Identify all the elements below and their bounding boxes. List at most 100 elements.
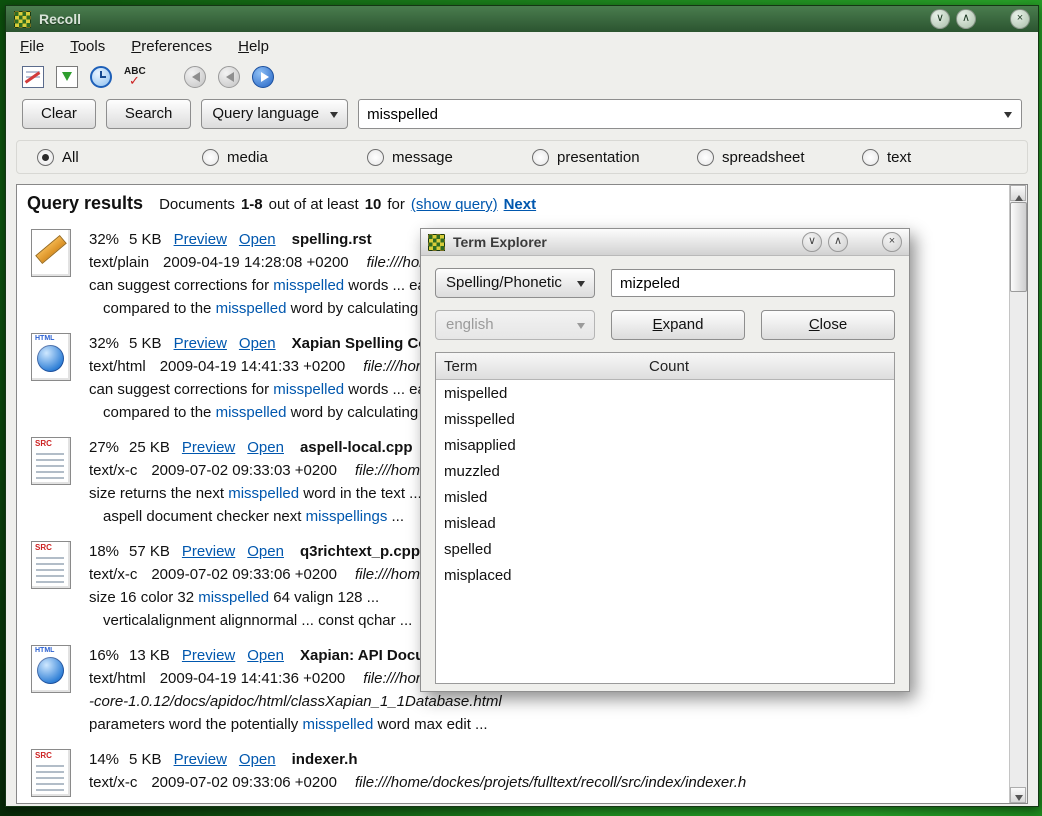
- term-row[interactable]: misapplied: [436, 432, 894, 458]
- show-query-link[interactable]: (show query): [411, 196, 498, 213]
- query-combobox[interactable]: [358, 99, 1022, 129]
- spellcheck-icon[interactable]: [124, 66, 146, 88]
- term-row[interactable]: misspelled: [436, 406, 894, 432]
- highlight-term: misspelled: [198, 589, 269, 606]
- abstract-text: can suggest corrections for: [89, 381, 273, 398]
- history-icon[interactable]: [90, 66, 112, 88]
- open-link[interactable]: Open: [247, 543, 284, 560]
- scroll-up-icon[interactable]: [1010, 185, 1026, 201]
- highlight-term: misspellings: [306, 508, 388, 525]
- open-link[interactable]: Open: [239, 335, 276, 352]
- scroll-thumb[interactable]: [1010, 202, 1027, 292]
- globe-shape: [37, 345, 64, 372]
- radio-icon: [532, 149, 549, 166]
- menu-help[interactable]: Help: [238, 38, 269, 55]
- doc-size: 5 KB: [129, 751, 162, 768]
- filter-label: spreadsheet: [722, 149, 805, 166]
- filter-message[interactable]: message: [367, 149, 532, 166]
- query-language-combobox[interactable]: Query language: [201, 99, 348, 129]
- dialog-close-button[interactable]: Close: [761, 310, 895, 340]
- window-titlebar[interactable]: Recoll ∨ ∧ ×: [6, 6, 1038, 32]
- scroll-down-icon[interactable]: [1010, 787, 1026, 803]
- filter-presentation[interactable]: presentation: [532, 149, 697, 166]
- term-row[interactable]: misled: [436, 484, 894, 510]
- open-link[interactable]: Open: [239, 231, 276, 248]
- doc-title: q3richtext_p.cpp: [300, 543, 420, 560]
- preview-link[interactable]: Preview: [182, 647, 235, 664]
- expand-button[interactable]: Expand: [611, 310, 745, 340]
- preview-link[interactable]: Preview: [174, 335, 227, 352]
- count-column-header[interactable]: Count: [641, 358, 894, 375]
- for-word: for: [387, 196, 405, 213]
- docs-mid: out of at least: [269, 196, 359, 213]
- term-input[interactable]: [612, 275, 894, 292]
- term-row[interactable]: mispelled: [436, 380, 894, 406]
- next-page-link[interactable]: Next: [504, 196, 537, 213]
- menu-tools[interactable]: Tools: [70, 38, 105, 55]
- query-input[interactable]: [359, 106, 1021, 123]
- preview-link[interactable]: Preview: [182, 543, 235, 560]
- doc-date: 2009-04-19 14:28:08 +0200: [163, 254, 349, 271]
- docs-range: 1-8: [241, 196, 263, 213]
- filter-all[interactable]: All: [37, 149, 202, 166]
- mode-combobox[interactable]: Spelling/Phonetic: [435, 268, 595, 298]
- clear-search-icon[interactable]: [22, 66, 44, 88]
- save-search-icon[interactable]: [56, 66, 78, 88]
- open-link[interactable]: Open: [247, 647, 284, 664]
- recoll-app-icon: [14, 11, 31, 28]
- recoll-app-icon: [428, 234, 445, 251]
- term-row[interactable]: mislead: [436, 510, 894, 536]
- term-input-wrap: [611, 269, 895, 297]
- page-back2-icon[interactable]: [218, 66, 240, 88]
- shade-window-icon[interactable]: ∨: [930, 9, 950, 29]
- search-button[interactable]: Search: [106, 99, 192, 129]
- filter-text[interactable]: text: [862, 149, 1027, 166]
- results-scrollbar[interactable]: [1009, 185, 1027, 803]
- term-cell: misspelled: [436, 411, 641, 428]
- html-label: HTML: [35, 335, 54, 342]
- preview-link[interactable]: Preview: [182, 439, 235, 456]
- dialog-maximize-icon[interactable]: ∧: [828, 232, 848, 252]
- doc-size: 25 KB: [129, 439, 170, 456]
- text-lines: [36, 453, 64, 479]
- filter-media[interactable]: media: [202, 149, 367, 166]
- html-document-icon: HTML: [27, 644, 75, 694]
- page-forward-icon[interactable]: [252, 66, 274, 88]
- open-link[interactable]: Open: [247, 439, 284, 456]
- abstract-text: 64 valign 128 ...: [269, 589, 379, 606]
- html-label: HTML: [35, 647, 54, 654]
- highlight-term: misspelled: [216, 404, 287, 421]
- menu-file[interactable]: File: [20, 38, 44, 55]
- term-row[interactable]: muzzled: [436, 458, 894, 484]
- doc-mime: text/x-c: [89, 462, 137, 479]
- dialog-shade-icon[interactable]: ∨: [802, 232, 822, 252]
- preview-link[interactable]: Preview: [174, 231, 227, 248]
- abstract-text: compared to the: [103, 404, 216, 421]
- term-row[interactable]: spelled: [436, 536, 894, 562]
- doc-date: 2009-04-19 14:41:36 +0200: [160, 670, 346, 687]
- source-file-icon: SRC: [27, 748, 75, 798]
- menu-preferences[interactable]: Preferences: [131, 38, 212, 55]
- abstract-text: parameters word the potentially: [89, 716, 302, 733]
- doc-url: file:///home/dockes/projets/fulltext/rec…: [355, 774, 746, 791]
- radio-icon: [37, 149, 54, 166]
- dialog-close-icon[interactable]: ×: [882, 232, 902, 252]
- preview-link[interactable]: Preview: [174, 751, 227, 768]
- maximize-window-icon[interactable]: ∧: [956, 9, 976, 29]
- term-column-header[interactable]: Term: [436, 358, 641, 375]
- menu-bar: File Tools Preferences Help: [6, 32, 1038, 60]
- close-window-icon[interactable]: ×: [1010, 9, 1030, 29]
- dialog-titlebar[interactable]: Term Explorer ∨ ∧ ×: [421, 229, 909, 256]
- dialog-row-1: Spelling/Phonetic: [435, 268, 895, 298]
- highlight-term: misspelled: [273, 381, 344, 398]
- page-back-icon[interactable]: [184, 66, 206, 88]
- globe-shape: [37, 657, 64, 684]
- clear-button[interactable]: Clear: [22, 99, 96, 129]
- abstract-line: parameters word the potentially misspell…: [89, 713, 865, 736]
- filter-spreadsheet[interactable]: spreadsheet: [697, 149, 862, 166]
- open-link[interactable]: Open: [239, 751, 276, 768]
- window-title: Recoll: [39, 11, 81, 27]
- filter-label: text: [887, 149, 911, 166]
- doc-size: 5 KB: [129, 335, 162, 352]
- term-row[interactable]: misplaced: [436, 562, 894, 588]
